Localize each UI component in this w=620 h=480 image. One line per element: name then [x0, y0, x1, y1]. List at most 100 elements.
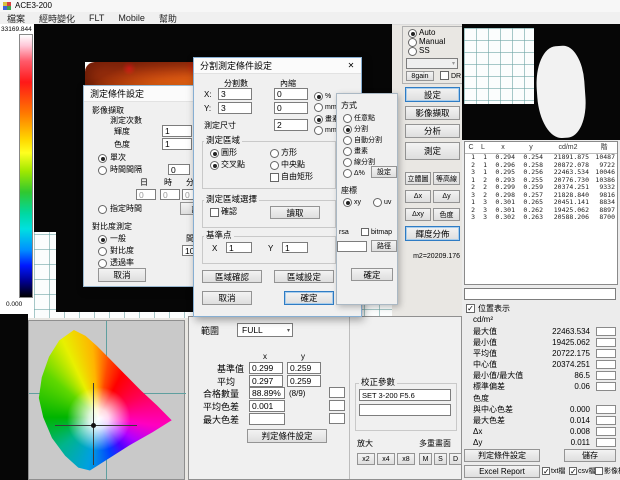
- day-field[interactable]: 0: [136, 189, 156, 200]
- delta-y-button[interactable]: Δy: [433, 190, 460, 203]
- area-set-button[interactable]: 區域設定: [274, 270, 334, 283]
- judge-condition-button[interactable]: 判定條件設定: [464, 449, 540, 462]
- free-rect-checkbox[interactable]: [270, 173, 279, 182]
- dr-checkbox[interactable]: [440, 71, 449, 80]
- position-display-checkbox[interactable]: [466, 304, 475, 313]
- gain-button[interactable]: 8gain: [406, 71, 434, 81]
- calibration-group-label: 校正參數: [359, 378, 397, 387]
- method-set-button[interactable]: 設定: [371, 166, 397, 178]
- menu-file[interactable]: 檔案: [7, 12, 25, 25]
- analyze-button[interactable]: 分析: [405, 124, 460, 138]
- reference-x-field[interactable]: 0.299: [249, 362, 283, 374]
- specified-time-radio[interactable]: [98, 205, 107, 214]
- zoom-x4-button[interactable]: x4: [377, 453, 395, 465]
- area-confirm-button[interactable]: 區域確認: [202, 270, 262, 283]
- x-inset-field[interactable]: 0: [274, 88, 308, 100]
- shutter-select[interactable]: ▾: [406, 58, 458, 69]
- stat-label: 標準偏差: [473, 381, 505, 392]
- luminance-count-field[interactable]: 1: [162, 125, 192, 137]
- method-ok-button[interactable]: 確定: [351, 268, 393, 281]
- ref-y-field[interactable]: 1: [282, 242, 308, 253]
- close-icon[interactable]: ✕: [344, 60, 358, 72]
- txt-checkbox[interactable]: [542, 467, 550, 475]
- delta-x-button[interactable]: Δx: [405, 190, 431, 203]
- judge-condition-setting-button[interactable]: 判定條件設定: [247, 429, 327, 443]
- normal-radio[interactable]: [98, 235, 107, 244]
- any-point-radio[interactable]: [343, 114, 352, 123]
- confirm-checkbox[interactable]: [210, 208, 219, 217]
- excel-report-button[interactable]: Excel Report: [464, 465, 540, 478]
- measurement-table[interactable]: C L x y cd/m2 階 1 1 0.294 0.254 21891.87…: [464, 141, 618, 285]
- luminance-unit-label: cd/m²: [473, 315, 493, 325]
- circle-radio[interactable]: [210, 149, 219, 158]
- center-point-radio[interactable]: [270, 161, 279, 170]
- bitmap-checkbox[interactable]: [361, 228, 369, 236]
- menu-flt[interactable]: FLT: [89, 13, 104, 23]
- pixel-mode-radio[interactable]: [343, 147, 352, 156]
- menu-temporal[interactable]: 經時變化: [39, 12, 75, 25]
- delta-percent-radio[interactable]: [343, 169, 352, 178]
- size-mm-radio[interactable]: [314, 126, 323, 135]
- menu-help[interactable]: 幫助: [159, 12, 177, 25]
- settings-button[interactable]: 設定: [405, 87, 460, 102]
- dialog-title-bar[interactable]: 分割測定條件設定: [194, 58, 361, 74]
- xy-radio[interactable]: [343, 198, 352, 207]
- luminance-dist-button[interactable]: 輝度分佈: [405, 226, 460, 241]
- square-radio[interactable]: [270, 149, 279, 158]
- average-y-field[interactable]: 0.259: [287, 375, 321, 387]
- cross-radio[interactable]: [210, 161, 219, 170]
- single-radio[interactable]: [98, 154, 107, 163]
- ss-radio[interactable]: [408, 47, 417, 56]
- cancel-button[interactable]: 取消: [98, 268, 146, 282]
- manual-radio[interactable]: [408, 38, 417, 47]
- range-select[interactable]: FULL ▾: [237, 323, 293, 337]
- avg-diff-label: 平均色差: [203, 402, 239, 412]
- interval-radio[interactable]: [98, 166, 107, 175]
- x-division-field[interactable]: 3: [218, 88, 252, 100]
- y-division-field[interactable]: 3: [218, 102, 252, 114]
- stat-indicator-box: [596, 338, 616, 347]
- result-field[interactable]: [464, 288, 616, 300]
- read-button[interactable]: 讀取: [270, 206, 320, 219]
- size-field[interactable]: 2: [274, 119, 308, 131]
- line-split-radio[interactable]: [343, 158, 352, 167]
- average-x-field[interactable]: 0.297: [249, 375, 283, 387]
- menu-mobile[interactable]: Mobile: [118, 13, 145, 23]
- ref-x-field[interactable]: 1: [226, 242, 252, 253]
- save-button[interactable]: 儲存: [564, 449, 616, 462]
- path-field[interactable]: [337, 241, 367, 252]
- csv-checkbox[interactable]: [569, 467, 577, 475]
- stereo-button[interactable]: 立體圖: [405, 172, 431, 185]
- hour-field[interactable]: 0: [160, 189, 180, 200]
- chroma-button[interactable]: 色度: [433, 208, 460, 221]
- contrast-radio[interactable]: [98, 247, 107, 256]
- y-inset-field[interactable]: 0: [274, 102, 308, 114]
- multi-s-button[interactable]: S: [434, 453, 447, 465]
- measure-button[interactable]: 測定: [405, 142, 460, 160]
- mm-radio[interactable]: [314, 103, 323, 112]
- interval-field[interactable]: 0: [168, 164, 190, 175]
- calibration-value-field[interactable]: SET 3-200 F5.6: [359, 389, 451, 401]
- pixel-radio[interactable]: [314, 115, 323, 124]
- capture-button[interactable]: 影像擷取: [405, 106, 460, 120]
- ok-button[interactable]: 確定: [284, 291, 334, 305]
- chroma-count-field[interactable]: 1: [162, 138, 192, 150]
- path-button[interactable]: 路徑: [371, 240, 397, 252]
- contour-button[interactable]: 等高線: [433, 172, 460, 185]
- percent-radio[interactable]: [314, 92, 323, 101]
- cancel-button[interactable]: 取消: [202, 291, 252, 305]
- zoom-x8-button[interactable]: x8: [397, 453, 415, 465]
- split-radio[interactable]: [343, 125, 352, 134]
- delta-xy-button[interactable]: Δxy: [405, 208, 431, 221]
- image-file-checkbox[interactable]: [595, 467, 603, 475]
- multi-m-button[interactable]: M: [419, 453, 432, 465]
- zoom-x2-button[interactable]: x2: [357, 453, 375, 465]
- auto-radio[interactable]: [408, 29, 417, 38]
- transmittance-radio[interactable]: [98, 259, 107, 268]
- table-row[interactable]: 3 3 0.302 0.263 20588.206 8700: [465, 214, 617, 222]
- calibration-empty-field[interactable]: [359, 404, 451, 416]
- multi-d-button[interactable]: D: [449, 453, 462, 465]
- reference-y-field[interactable]: 0.259: [287, 362, 321, 374]
- auto-split-radio[interactable]: [343, 136, 352, 145]
- uv-radio[interactable]: [373, 198, 382, 207]
